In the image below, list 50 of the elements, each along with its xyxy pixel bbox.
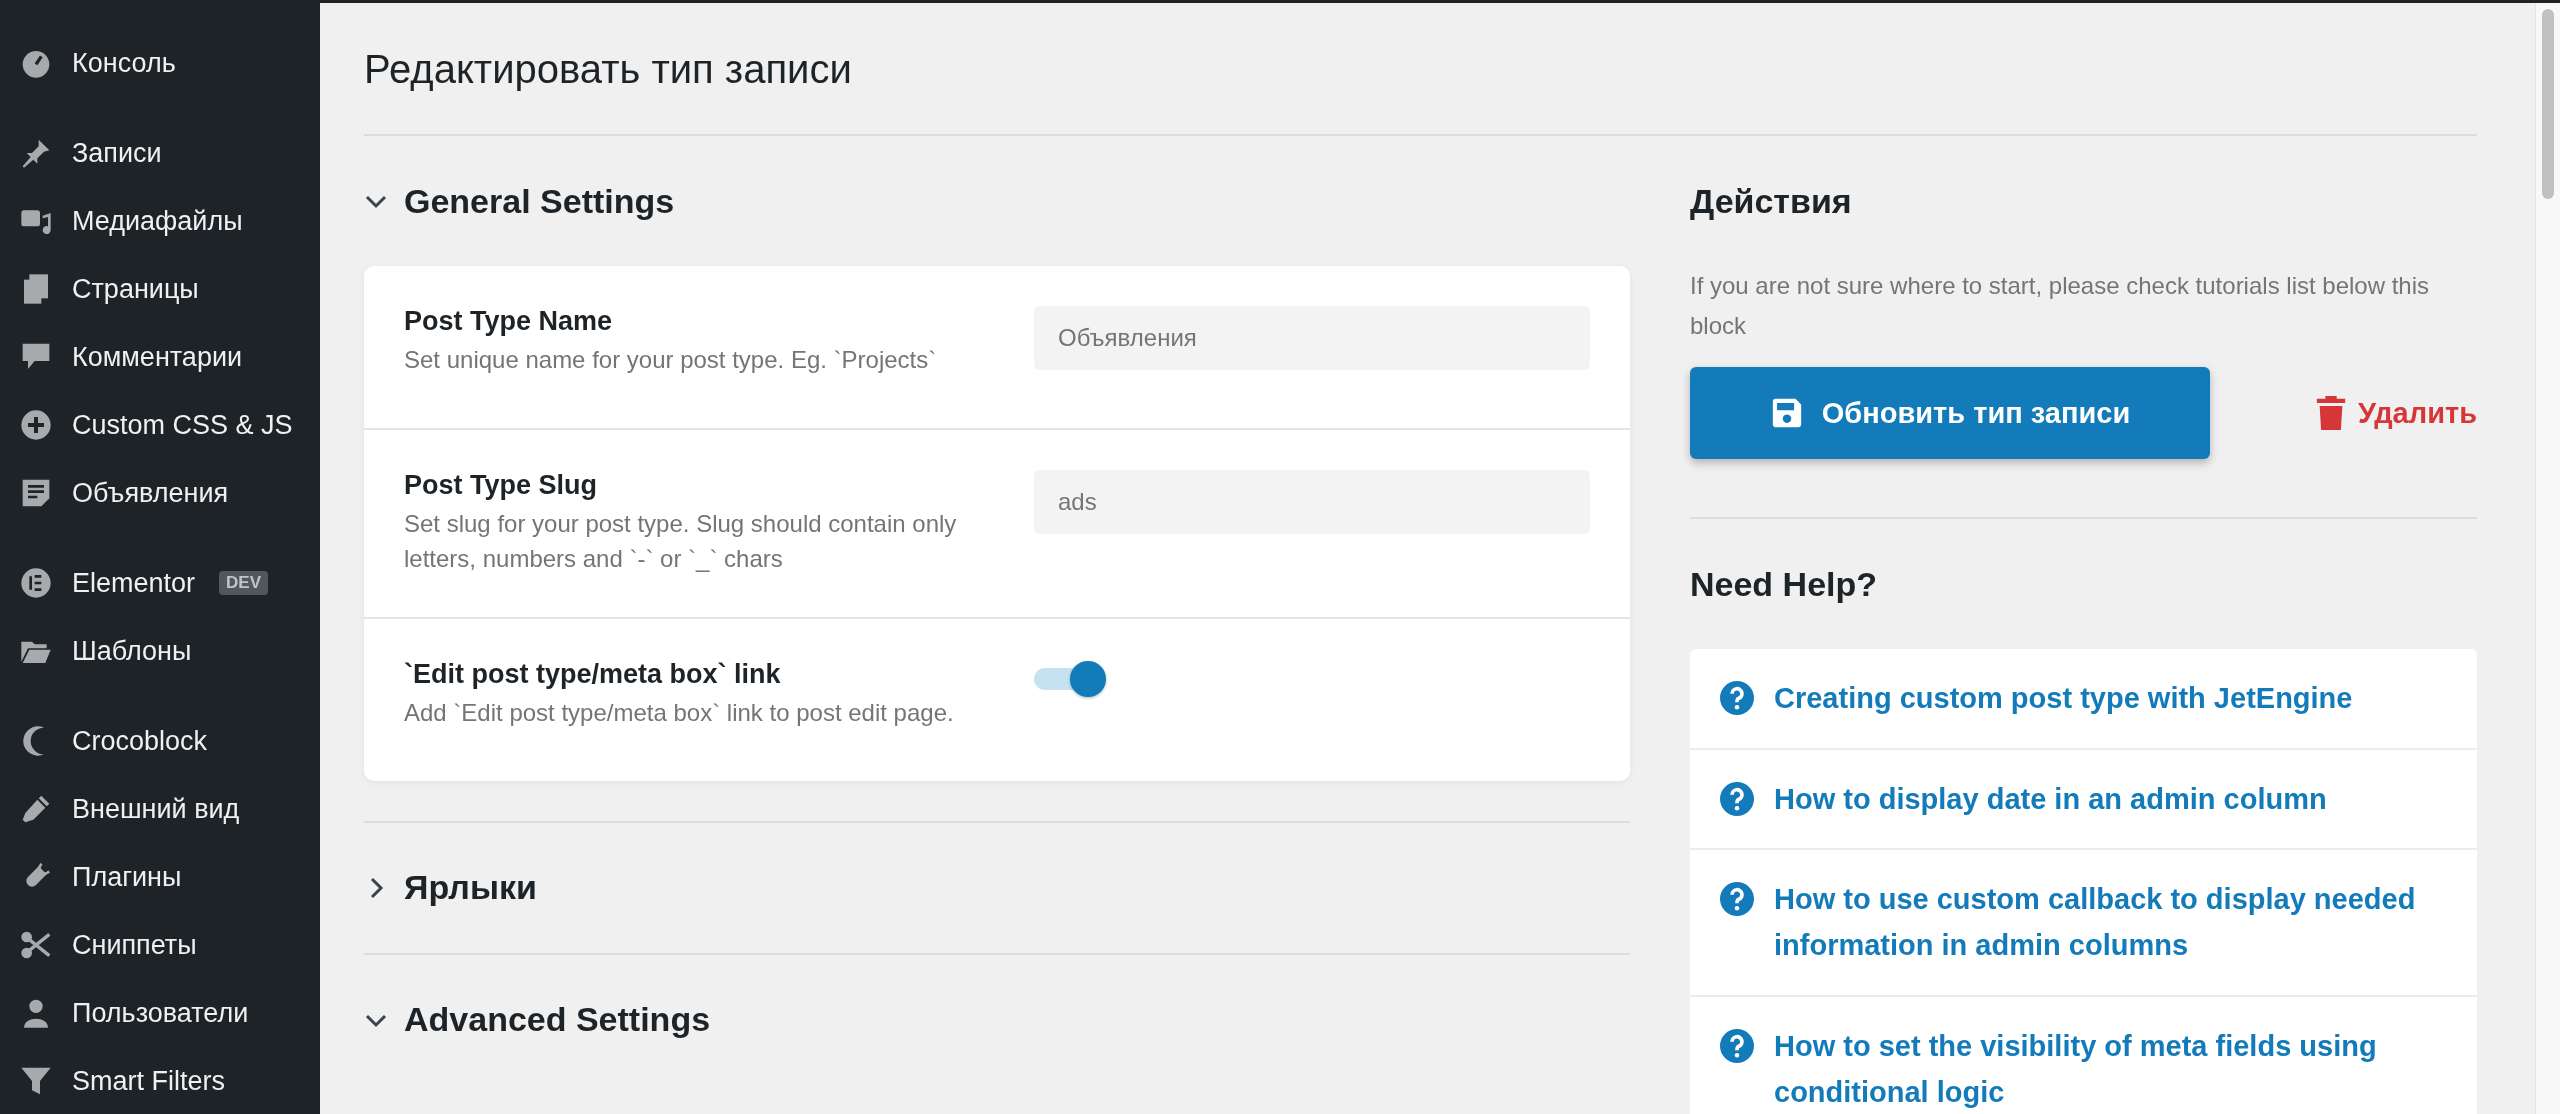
sidebar-menu-item[interactable]: Комментарии [0,323,320,391]
sidebar-menu-item[interactable]: Crocoblock [0,707,320,775]
sidebar-menu-item[interactable]: Elementor DEV [0,549,320,617]
sidebar-menu-item[interactable]: Объявления [0,459,320,527]
hint-text: If you are not sure where to start, please check tutorials list below this block [1690,271,2431,341]
page-title: Редактировать тип записи [364,3,2477,136]
plus-circle-icon [20,409,52,441]
funnel-icon [20,1065,52,1097]
delete-button[interactable]: Удалить [2315,396,2477,431]
section-header[interactable]: Ярлыки [364,822,1630,953]
field-label: Post Type Slug [404,470,599,501]
sidebar-menu-item[interactable]: Custom CSS & JS [0,391,320,459]
help-heading: Need Help? [1690,563,1879,605]
pin-icon [20,137,52,169]
update-button[interactable]: Обновить тип записи [1690,367,2210,460]
sidebar-menu-item[interactable]: Медиафайлы [0,187,320,255]
elementor-icon [20,567,52,599]
question-icon [1720,681,1754,716]
sidebar-menu-item[interactable]: Внешний вид [0,775,320,843]
scissors-icon [20,929,52,961]
sidebar-menu-item[interactable]: Консоль [0,29,320,97]
field-description: Set slug for your post type. Slug should contain only letters, numbers and `-` or `_` chars [404,509,958,574]
scrollbar[interactable] [2535,3,2560,1114]
text-input-field[interactable]: ads [1034,470,1590,534]
help-link[interactable]: How to display date in an admin column [1690,749,2477,850]
sidebar-menu-item[interactable]: Шаблоны [0,617,320,685]
actions-heading: Действия [1690,180,1853,222]
question-icon [1720,1028,1754,1063]
field-description: Add `Edit post type/meta box` link to post edit page. [404,697,955,728]
sidebar-menu-item[interactable]: Плагины [0,843,320,911]
field-label: `Edit post type/meta box` link [404,658,782,690]
question-icon [1720,881,1754,916]
trash-icon [2315,396,2346,431]
help-link[interactable]: How to set the visibility of meta fields using conditional logic [1690,996,2477,1114]
field-description: Set unique name for your post type. Eg. `Projects` [404,345,938,375]
sidebar-menu-item[interactable]: Сниппеты [0,911,320,979]
section-header[interactable]: General Settings [364,136,1630,266]
question-icon [1720,781,1754,816]
section-header[interactable]: Advanced Settings [364,954,1630,1085]
sidebar-menu-item[interactable]: Smart Filters [0,1047,320,1114]
help-link[interactable]: How to use custom callback to display needed information in admin columns [1690,849,2477,997]
brush-icon [20,793,52,825]
field-label: Post Type Name [404,306,614,337]
sidebar-menu-item[interactable]: Пользователи [0,979,320,1047]
dev-badge: DEV [219,571,269,595]
sidebar-menu-item[interactable]: Страницы [0,255,320,323]
note-icon [20,477,52,509]
sidebar-menu-item[interactable]: Записи [0,119,320,187]
help-link[interactable]: Creating custom post type with JetEngine [1690,649,2477,750]
text-input-field[interactable]: Объявления [1034,306,1590,370]
